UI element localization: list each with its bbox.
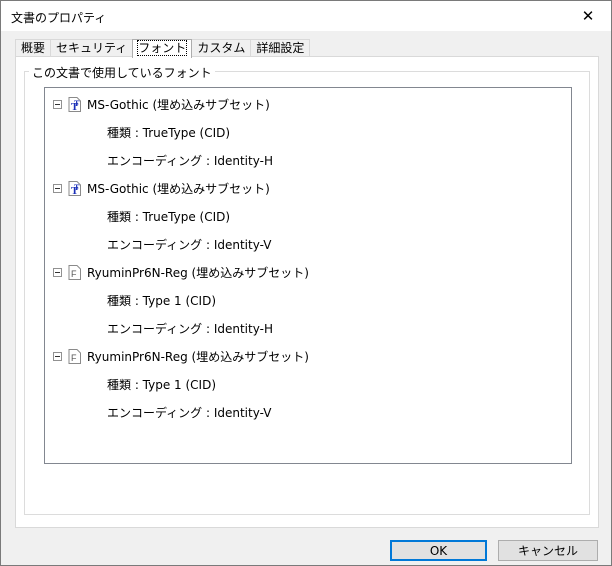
tab-strip: 概要 セキュリティ フォント カスタム 詳細設定	[15, 39, 311, 58]
font-type: 種類 : TrueType (CID)	[107, 126, 231, 140]
collapse-toggle[interactable]	[53, 99, 62, 109]
tab-advanced[interactable]: 詳細設定	[250, 39, 311, 57]
font-encoding: エンコーディング : Identity-V	[107, 238, 272, 252]
font-node[interactable]: F RyuminPr6N-Reg (埋め込みサブセット)	[53, 347, 309, 365]
svg-text:T: T	[74, 183, 80, 192]
collapse-toggle[interactable]	[53, 267, 62, 277]
font-name: MS-Gothic (埋め込みサブセット)	[87, 97, 270, 112]
tab-summary[interactable]: 概要	[15, 39, 52, 57]
font-node[interactable]: T T MS-Gothic (埋め込みサブセット)	[53, 95, 270, 113]
font-name: RyuminPr6N-Reg (埋め込みサブセット)	[87, 349, 309, 364]
font-tree-view[interactable]: T T MS-Gothic (埋め込みサブセット) 種類 : TrueType …	[44, 87, 572, 464]
close-icon: ✕	[581, 7, 595, 25]
truetype-font-icon: T T	[68, 180, 81, 196]
font-type: 種類 : Type 1 (CID)	[107, 378, 217, 392]
collapse-toggle[interactable]	[53, 351, 62, 361]
font-type: 種類 : Type 1 (CID)	[107, 294, 217, 308]
document-properties-dialog: 文書のプロパティ ✕ 概要 セキュリティ フォント カスタム 詳細設定 この文書…	[0, 0, 612, 566]
dialog-title: 文書のプロパティ	[11, 11, 107, 25]
collapse-toggle[interactable]	[53, 183, 62, 193]
type1-font-icon: F	[68, 264, 81, 280]
fonts-group-legend: この文書で使用しているフォント	[29, 64, 215, 81]
ok-button[interactable]: OK	[390, 540, 487, 561]
tab-fonts[interactable]: フォント	[132, 39, 193, 58]
font-type: 種類 : TrueType (CID)	[107, 210, 231, 224]
cancel-button[interactable]: キャンセル	[498, 540, 598, 561]
type1-font-icon: F	[68, 348, 81, 364]
font-name: MS-Gothic (埋め込みサブセット)	[87, 181, 270, 196]
font-encoding: エンコーディング : Identity-V	[107, 406, 272, 420]
font-encoding: エンコーディング : Identity-H	[107, 322, 273, 336]
svg-text:T: T	[74, 99, 80, 108]
close-button[interactable]: ✕	[565, 1, 611, 31]
font-node[interactable]: T T MS-Gothic (埋め込みサブセット)	[53, 179, 270, 197]
title-bar: 文書のプロパティ ✕	[1, 1, 611, 31]
truetype-font-icon: T T	[68, 96, 81, 112]
font-name: RyuminPr6N-Reg (埋め込みサブセット)	[87, 265, 309, 280]
fonts-group-box: この文書で使用しているフォント T T MS-Gothic (埋め込みサブセット…	[24, 64, 590, 515]
font-encoding: エンコーディング : Identity-H	[107, 154, 273, 168]
tab-custom[interactable]: カスタム	[191, 39, 252, 57]
font-node[interactable]: F RyuminPr6N-Reg (埋め込みサブセット)	[53, 263, 309, 281]
fonts-tab-panel: この文書で使用しているフォント T T MS-Gothic (埋め込みサブセット…	[15, 56, 599, 528]
tab-security[interactable]: セキュリティ	[50, 39, 134, 57]
svg-text:F: F	[71, 353, 77, 363]
svg-text:F: F	[71, 269, 77, 279]
